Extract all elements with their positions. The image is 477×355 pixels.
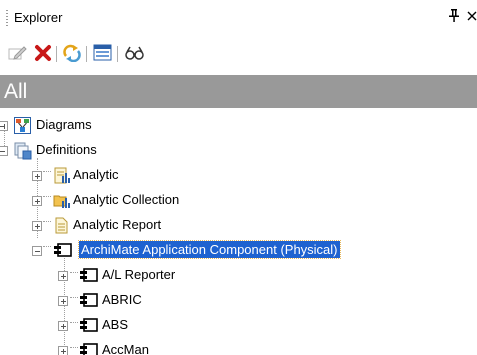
expand-toggle[interactable] xyxy=(32,196,42,206)
explorer-toolbar xyxy=(0,36,477,70)
tree-node-definitions[interactable]: Definitions xyxy=(0,139,477,164)
pin-icon[interactable] xyxy=(449,9,459,25)
tree-node-child[interactable]: A/L Reporter xyxy=(0,264,477,289)
expand-toggle[interactable] xyxy=(0,121,8,131)
analytic-report-icon xyxy=(53,217,70,234)
application-component-icon xyxy=(53,242,72,259)
expand-toggle[interactable] xyxy=(58,346,68,355)
application-component-icon xyxy=(79,317,98,334)
tree-node-archimate-application-component[interactable]: ArchiMate Application Component (Physica… xyxy=(0,239,477,264)
find-binoculars-icon[interactable] xyxy=(124,44,144,62)
application-component-icon xyxy=(79,342,98,355)
application-component-icon xyxy=(79,292,98,309)
tree-node-label: AccMan xyxy=(102,342,149,355)
drag-grip[interactable] xyxy=(6,10,8,26)
diagrams-icon xyxy=(14,117,31,134)
toolbar-separator xyxy=(56,46,57,62)
tree-node-label: Diagrams xyxy=(36,117,92,132)
tree-node-child[interactable]: ABS xyxy=(0,314,477,339)
tree-node-analytic[interactable]: Analytic xyxy=(0,164,477,189)
tree-node-label: ABS xyxy=(102,317,129,332)
tree-node-label: A/L Reporter xyxy=(102,267,176,282)
tree-node-label: ArchiMate Application Component (Physica… xyxy=(78,240,341,259)
tree-node-label: Analytic Collection xyxy=(73,192,180,207)
application-component-icon xyxy=(79,267,98,284)
expand-toggle[interactable] xyxy=(58,321,68,331)
explorer-tree: Diagrams Definitions Analytic Analytic C… xyxy=(0,110,477,355)
tree-node-label: Analytic Report xyxy=(73,217,162,232)
expand-toggle[interactable] xyxy=(58,296,68,306)
refresh-icon[interactable] xyxy=(62,44,82,63)
panel-title: Explorer xyxy=(14,10,63,25)
filter-bar[interactable]: All xyxy=(0,75,477,108)
explorer-titlebar: Explorer xyxy=(0,0,477,36)
edit-icon[interactable] xyxy=(8,44,28,62)
properties-window-icon[interactable] xyxy=(93,44,113,62)
tree-node-label: ABRIC xyxy=(102,292,142,307)
tree-node-child[interactable]: ABRIC xyxy=(0,289,477,314)
tree-node-label: Definitions xyxy=(36,142,97,157)
collapse-toggle[interactable] xyxy=(32,246,42,256)
expand-toggle[interactable] xyxy=(58,271,68,281)
delete-icon[interactable] xyxy=(33,44,53,62)
definitions-icon xyxy=(14,142,32,160)
collapse-toggle[interactable] xyxy=(0,146,8,156)
analytic-collection-icon xyxy=(53,192,70,209)
expand-toggle[interactable] xyxy=(32,221,42,231)
close-icon[interactable] xyxy=(467,8,477,25)
expand-toggle[interactable] xyxy=(32,171,42,181)
tree-node-analytic-report[interactable]: Analytic Report xyxy=(0,214,477,239)
analytic-icon xyxy=(53,167,70,184)
tree-node-diagrams[interactable]: Diagrams xyxy=(0,114,477,139)
tree-node-analytic-collection[interactable]: Analytic Collection xyxy=(0,189,477,214)
tree-node-label: Analytic xyxy=(73,167,119,182)
tree-node-child[interactable]: AccMan xyxy=(0,339,477,355)
toolbar-separator xyxy=(86,46,87,62)
toolbar-separator xyxy=(117,46,118,62)
